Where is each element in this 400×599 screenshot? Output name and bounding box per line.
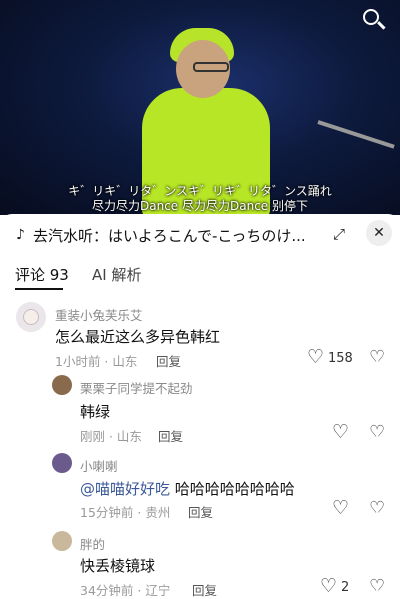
comment-meta: 1小时前 · 山东 <box>55 354 138 369</box>
dislike-icon[interactable]: ♡ <box>369 500 387 519</box>
comment-meta: 34分钟前 · 辽宁 <box>80 583 171 598</box>
reply-button[interactable]: 回复 <box>156 351 181 370</box>
avatar[interactable] <box>16 302 46 332</box>
reply-button[interactable]: 回复 <box>192 580 217 599</box>
comment-text: 怎么最近这么多异色韩红 <box>55 328 221 346</box>
dislike-icon[interactable]: ♡ <box>369 349 387 368</box>
comment-meta: 15分钟前 · 贵州 <box>80 505 171 520</box>
user-mention[interactable]: @喵喵好好吃 <box>80 480 170 498</box>
reply-button[interactable]: 回复 <box>158 426 183 445</box>
like-heart-icon[interactable]: ♡ <box>332 423 349 442</box>
like-heart-icon[interactable]: ♡ <box>320 577 337 596</box>
search-icon[interactable] <box>360 6 388 34</box>
avatar[interactable] <box>52 531 72 551</box>
comment-author[interactable]: 胖的 <box>80 534 105 553</box>
comment-text: 快丢棱镜球 <box>80 557 156 575</box>
tab-ai-analysis[interactable]: AI 解析 <box>92 264 141 285</box>
comment-text: 韩绿 <box>80 403 111 421</box>
video-player[interactable]: キ゛リキ゛リタ゛ンスキ゛リキ゛リタ゛ンス踊れ 尽力尽力Dance 尽力尽力Dan… <box>0 0 400 215</box>
tab-comments[interactable]: 评论 93 <box>15 264 69 285</box>
dislike-icon[interactable]: ♡ <box>369 424 387 443</box>
expand-icon[interactable]: ⤢ <box>327 222 351 246</box>
comment-text: @喵喵好好吃 哈哈哈哈哈哈哈哈 <box>80 478 295 499</box>
video-subtitle-line2: 尽力尽力Dance 尽力尽力Dance 别停下 <box>92 199 308 213</box>
comment-author[interactable]: 重装小兔芙乐艾 <box>55 305 143 324</box>
comment-meta: 刚刚 · 山东 <box>80 429 142 444</box>
like-count: 2 <box>341 580 350 595</box>
music-bar[interactable]: ♪ 去汽水听：はいよろこんで-こっちのけ... ⤢ ✕ <box>0 214 400 254</box>
music-link-text[interactable]: 去汽水听：はいよろこんで-こっちのけ... <box>33 225 323 246</box>
active-tab-indicator <box>15 288 63 290</box>
music-note-icon: ♪ <box>16 227 25 243</box>
dislike-icon[interactable]: ♡ <box>369 578 387 597</box>
reply-button[interactable]: 回复 <box>188 502 213 521</box>
comment-tabs: 评论 93 AI 解析 <box>0 264 400 294</box>
avatar[interactable] <box>52 453 72 473</box>
like-count: 158 <box>328 351 353 366</box>
comment-sheet: ♪ 去汽水听：はいよろこんで-こっちのけ... ⤢ ✕ 评论 93 AI 解析 … <box>0 214 400 599</box>
close-icon[interactable]: ✕ <box>366 220 392 246</box>
comment-author[interactable]: 栗栗子同学提不起劲 <box>80 378 193 397</box>
comment-author[interactable]: 小喇喇 <box>80 456 118 475</box>
like-heart-icon[interactable]: ♡ <box>332 499 349 518</box>
comment-text-body: 哈哈哈哈哈哈哈哈 <box>170 480 295 498</box>
performer-glasses <box>193 62 229 72</box>
like-heart-icon[interactable]: ♡ <box>307 348 324 367</box>
avatar[interactable] <box>52 375 72 395</box>
